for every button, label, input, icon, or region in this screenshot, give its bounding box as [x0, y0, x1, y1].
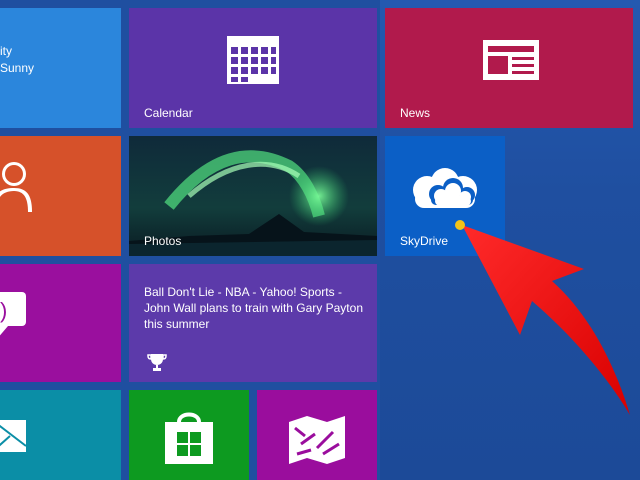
people-tile[interactable] — [0, 136, 121, 256]
photos-tile-label: Photos — [144, 234, 182, 248]
weather-tile[interactable]: ity Sunny — [0, 8, 121, 128]
weather-condition-text: Sunny — [0, 61, 35, 75]
store-tile[interactable] — [129, 390, 249, 480]
trophy-icon — [147, 352, 167, 372]
weather-city-text: ity — [0, 44, 12, 58]
news-tile[interactable]: News — [385, 8, 633, 128]
annotation-arrow — [440, 205, 640, 435]
cursor-pointer-dot — [455, 220, 465, 230]
maps-icon — [287, 414, 347, 466]
sports-headline-text: Ball Don't Lie - NBA - Yahoo! Sports - J… — [144, 285, 363, 331]
calendar-icon — [225, 34, 281, 86]
store-icon — [161, 406, 217, 466]
maps-tile[interactable] — [257, 390, 377, 480]
news-tile-label: News — [400, 106, 431, 120]
mail-tile[interactable] — [0, 390, 121, 480]
svg-text:): ) — [0, 298, 7, 323]
calendar-tile[interactable]: Calendar — [129, 8, 377, 128]
messaging-tile[interactable]: ) — [0, 264, 121, 382]
sports-tile[interactable]: Ball Don't Lie - NBA - Yahoo! Sports - J… — [129, 264, 377, 382]
newspaper-icon — [481, 38, 541, 82]
people-icon — [0, 156, 32, 216]
messaging-icon: ) — [0, 290, 28, 344]
photos-tile[interactable]: Photos — [129, 136, 377, 256]
mail-icon — [0, 416, 28, 456]
calendar-tile-label: Calendar — [144, 106, 193, 120]
